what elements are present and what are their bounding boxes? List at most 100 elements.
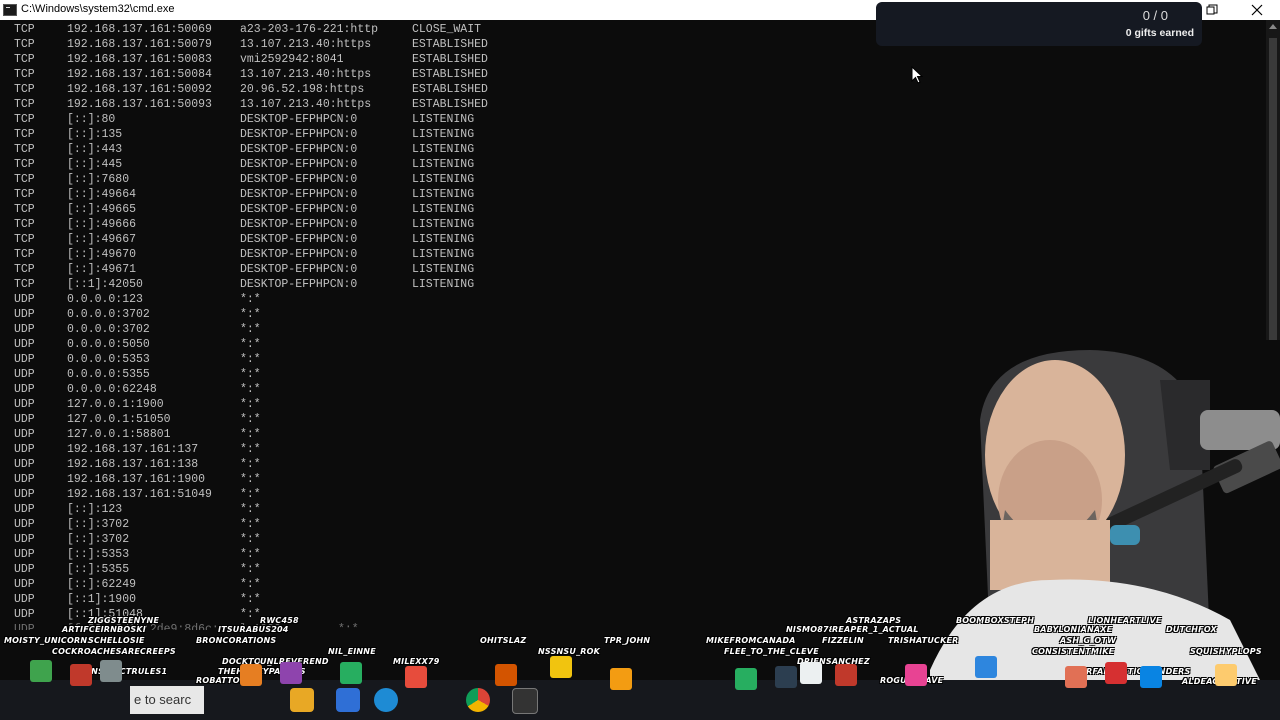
chat-user-name: COCKROACHESARECREEPS bbox=[52, 647, 176, 656]
scroll-up-arrow-icon[interactable] bbox=[1269, 24, 1277, 29]
local-address-cell: 192.168.137.161:50079 bbox=[67, 38, 212, 51]
chat-user-name: FLEE_TO_THE_CLEVE bbox=[724, 647, 819, 656]
foreign-address-cell: DESKTOP-EFPHPCN:0 bbox=[240, 203, 358, 216]
state-cell: LISTENING bbox=[412, 233, 475, 246]
chat-user-name: TRISHATUCKER bbox=[888, 636, 959, 645]
foreign-address-cell: *:* bbox=[240, 563, 261, 576]
foreign-address-cell: DESKTOP-EFPHPCN:0 bbox=[240, 278, 358, 291]
state-cell: LISTENING bbox=[412, 248, 475, 261]
foreign-address-cell: DESKTOP-EFPHPCN:0 bbox=[240, 188, 358, 201]
local-address-cell: [::]:80 bbox=[67, 113, 116, 126]
camera-icon[interactable] bbox=[512, 688, 538, 714]
local-address-cell: 192.168.137.161:50069 bbox=[67, 23, 212, 36]
local-address-cell: [::1]:42050 bbox=[67, 278, 143, 291]
file-explorer-icon[interactable] bbox=[290, 688, 314, 712]
chat-user-name: MOISTY_UNICORNS bbox=[4, 636, 94, 645]
chat-avatar-sprite bbox=[340, 662, 362, 684]
state-cell: ESTABLISHED bbox=[412, 98, 488, 111]
protocol-cell: UDP bbox=[14, 353, 35, 366]
local-address-cell: 192.168.137.161:50092 bbox=[67, 83, 212, 96]
local-address-cell: 192.168.137.161:51049 bbox=[67, 488, 212, 501]
foreign-address-cell: DESKTOP-EFPHPCN:0 bbox=[240, 128, 358, 141]
local-address-cell: 127.0.0.1:51050 bbox=[67, 413, 171, 426]
local-address-cell: 192.168.137.161:137 bbox=[67, 443, 199, 456]
chat-user-name: CONSISTENTMIKE bbox=[1032, 647, 1115, 656]
local-address-cell: [::]:49671 bbox=[67, 263, 137, 276]
foreign-address-cell: *:* bbox=[240, 593, 261, 606]
chat-avatar-sprite bbox=[975, 656, 997, 678]
state-cell: LISTENING bbox=[412, 278, 475, 291]
state-cell: LISTENING bbox=[412, 158, 475, 171]
foreign-address-cell: *:* bbox=[240, 518, 261, 531]
chat-user-name: REAPER_1_ACTUAL bbox=[832, 625, 919, 634]
protocol-cell: UDP bbox=[14, 503, 35, 516]
state-cell: LISTENING bbox=[412, 173, 475, 186]
foreign-address-cell: *:* bbox=[240, 413, 261, 426]
foreign-address-cell: *:* bbox=[240, 533, 261, 546]
protocol-cell: TCP bbox=[14, 158, 35, 171]
chat-avatar-sprite bbox=[70, 664, 92, 686]
foreign-address-cell: *:* bbox=[240, 368, 261, 381]
local-address-cell: [::]:49664 bbox=[67, 188, 137, 201]
foreign-address-cell: *:* bbox=[240, 428, 261, 441]
protocol-cell: TCP bbox=[14, 203, 35, 216]
close-button[interactable] bbox=[1237, 0, 1277, 20]
protocol-cell: UDP bbox=[14, 293, 35, 306]
chat-avatar-sprite bbox=[1105, 662, 1127, 684]
chat-user-name: BRONCORATIONS bbox=[196, 636, 277, 645]
chat-avatar-sprite bbox=[405, 666, 427, 688]
local-address-cell: [::]:123 bbox=[67, 503, 123, 516]
protocol-cell: TCP bbox=[14, 23, 35, 36]
foreign-address-cell: *:* bbox=[240, 293, 261, 306]
chrome-browser-icon[interactable] bbox=[466, 688, 490, 712]
chat-user-name: NIL_EINNE bbox=[328, 647, 376, 656]
edge-browser-icon[interactable] bbox=[374, 688, 398, 712]
state-cell: CLOSE_WAIT bbox=[412, 23, 482, 36]
foreign-address-cell: *:* bbox=[240, 473, 261, 486]
local-address-cell: [::]:49670 bbox=[67, 248, 137, 261]
chat-avatar-sprite bbox=[735, 668, 757, 690]
local-address-cell: 127.0.0.1:58801 bbox=[67, 428, 171, 441]
foreign-address-cell: *:* bbox=[240, 353, 261, 366]
state-cell: ESTABLISHED bbox=[412, 68, 488, 81]
local-address-cell: 192.168.137.161:1900 bbox=[67, 473, 206, 486]
chat-user-name: NSSNSU_ROK bbox=[538, 647, 601, 656]
state-cell: LISTENING bbox=[412, 143, 475, 156]
chat-user-name: ASH_G_OTW bbox=[1060, 636, 1117, 645]
foreign-address-cell: DESKTOP-EFPHPCN:0 bbox=[240, 173, 358, 186]
local-address-cell: [::]:49665 bbox=[67, 203, 137, 216]
chat-user-name: FIZZELIN bbox=[822, 636, 864, 645]
protocol-cell: TCP bbox=[14, 38, 35, 51]
protocol-cell: UDP bbox=[14, 413, 35, 426]
chat-avatar-sprite bbox=[1140, 666, 1162, 688]
chat-avatar-sprite bbox=[800, 662, 822, 684]
protocol-cell: TCP bbox=[14, 128, 35, 141]
mouse-cursor-icon bbox=[911, 66, 923, 84]
protocol-cell: UDP bbox=[14, 593, 35, 606]
foreign-address-cell: 20.96.52.198:https bbox=[240, 83, 365, 96]
protocol-cell: TCP bbox=[14, 68, 35, 81]
taskbar-search-input[interactable]: e to searc bbox=[130, 686, 204, 714]
local-address-cell: 192.168.137.161:138 bbox=[67, 458, 199, 471]
protocol-cell: UDP bbox=[14, 428, 35, 441]
local-address-cell: [::]:5353 bbox=[67, 548, 130, 561]
chat-avatar-sprite bbox=[240, 664, 262, 686]
store-icon[interactable] bbox=[336, 688, 360, 712]
foreign-address-cell: a23-203-176-221:http bbox=[240, 23, 379, 36]
chat-avatar-sprite bbox=[550, 656, 572, 678]
local-address-cell: 0.0.0.0:3702 bbox=[67, 323, 150, 336]
state-cell: LISTENING bbox=[412, 188, 475, 201]
protocol-cell: TCP bbox=[14, 248, 35, 261]
local-address-cell: 192.168.137.161:50083 bbox=[67, 53, 212, 66]
chat-avatar-sprite bbox=[1215, 664, 1237, 686]
gifts-overlay: 0 / 0 0 gifts earned bbox=[876, 2, 1202, 46]
local-address-cell: 192.168.137.161:50084 bbox=[67, 68, 212, 81]
gifts-earned-label: 0 gifts earned bbox=[1125, 27, 1194, 39]
chat-avatar-sprite bbox=[775, 666, 797, 688]
chat-avatar-sprite bbox=[100, 660, 122, 682]
local-address-cell: [::]:7680 bbox=[67, 173, 130, 186]
local-address-cell: 0.0.0.0:62248 bbox=[67, 383, 157, 396]
state-cell: ESTABLISHED bbox=[412, 38, 488, 51]
protocol-cell: UDP bbox=[14, 338, 35, 351]
protocol-cell: UDP bbox=[14, 548, 35, 561]
